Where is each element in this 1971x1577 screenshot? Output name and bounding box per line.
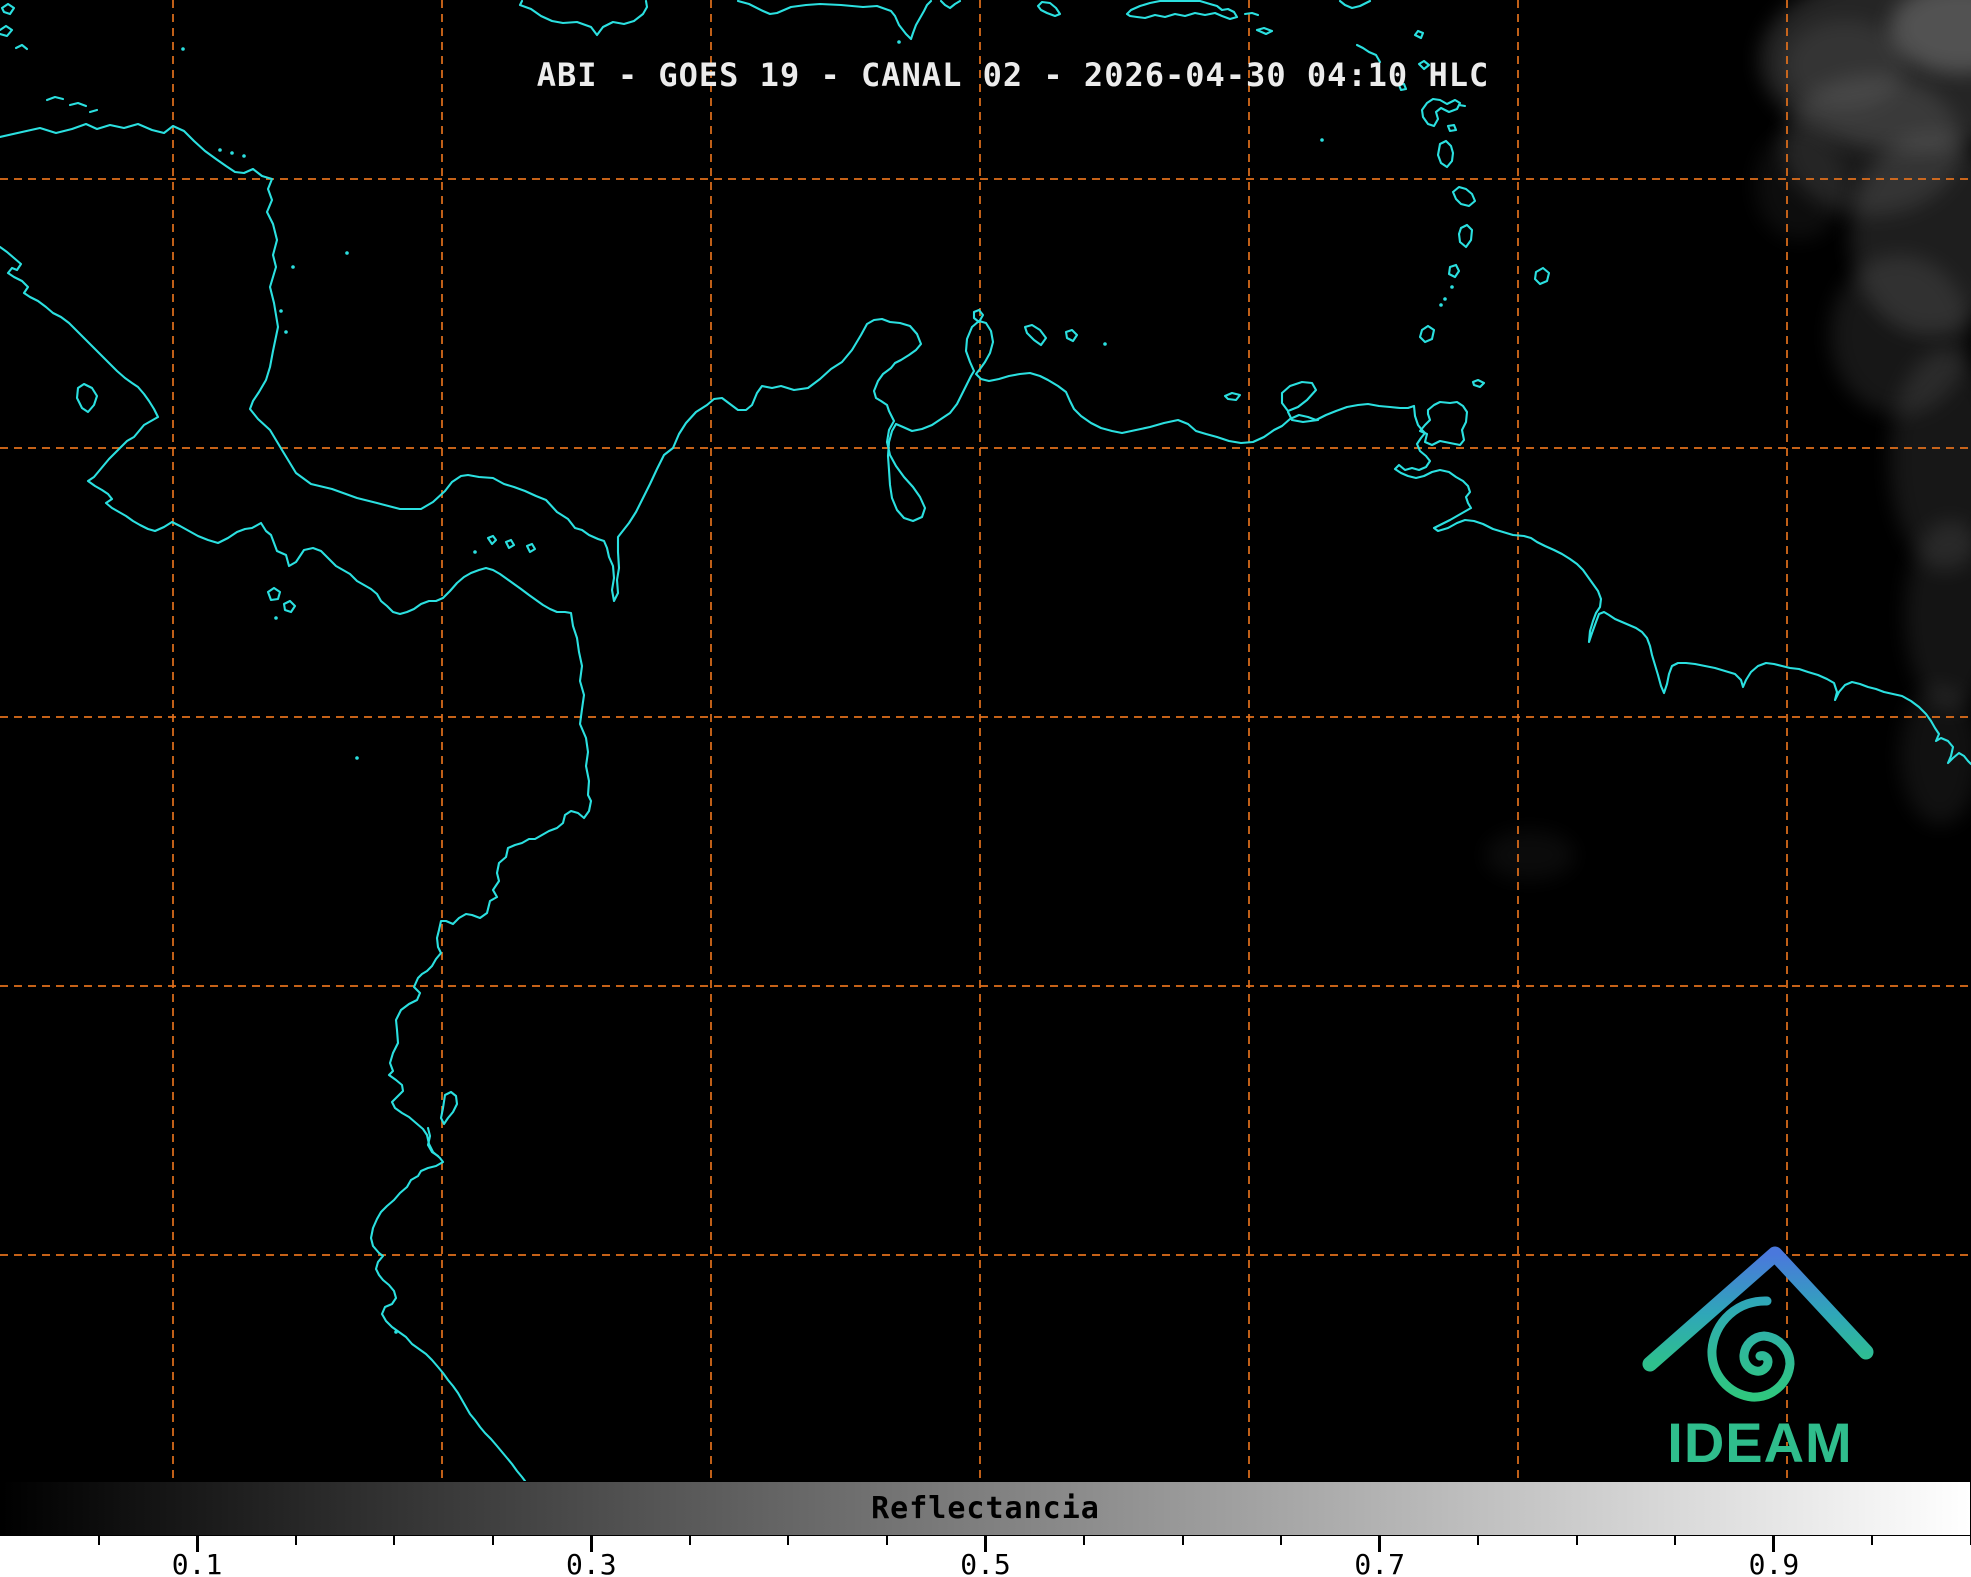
coastline-marie-galante	[1448, 125, 1456, 131]
coastline-lake-nicaragua	[77, 384, 97, 412]
colorbar-minor-tick	[1576, 1536, 1578, 1545]
colorbar-minor-tick	[295, 1536, 297, 1545]
coastline-coiba-2	[284, 601, 295, 612]
coastline-desirade	[1459, 105, 1465, 106]
coastline-bay-islands-2	[70, 103, 86, 106]
goes-satellite-viewer: ABI - GOES 19 - CANAL 02 - 2026-04-30 04…	[0, 0, 1971, 1577]
coastline-trinidad	[1420, 402, 1467, 445]
hurricane-spiral-icon	[1712, 1301, 1790, 1397]
colorbar-tick-label: 0.9	[1749, 1548, 1800, 1577]
coastline-la-tortuga	[1225, 393, 1240, 400]
coastline-pearl-islands-2	[506, 540, 514, 548]
coastline-pearl-islands-3	[527, 544, 535, 552]
colorbar-minor-tick	[1280, 1536, 1282, 1545]
mountain-icon	[1650, 1254, 1866, 1364]
coastline-hispaniola-east-tip	[941, 1, 960, 8]
coastline-guayaquil-island	[441, 1092, 457, 1124]
satellite-map: ABI - GOES 19 - CANAL 02 - 2026-04-30 04…	[0, 0, 1971, 1481]
coastline-pacific-mainland	[0, 247, 591, 1481]
coastline-hispaniola-south	[738, 1, 931, 39]
coastline-trinidad-ne-islet	[1473, 380, 1484, 387]
colorbar-gradient: Reflectancia	[0, 1481, 1971, 1536]
logo-text: IDEAM	[1667, 1411, 1852, 1474]
coastline-top-left-islet-3	[16, 45, 27, 49]
coastline-curacao	[1025, 325, 1046, 345]
coastline-st-lucia	[1459, 225, 1472, 247]
colorbar-tick-label: 0.1	[172, 1548, 223, 1577]
coastline-guayaquil-inner-bay	[428, 1128, 438, 1156]
coastline-grenada	[1420, 326, 1434, 342]
coastline-st-vincent	[1449, 265, 1459, 277]
coastline-barbuda	[1415, 31, 1423, 38]
coastline-top-left-islet-1	[2, 4, 14, 14]
ideam-logo: IDEAM	[1642, 1244, 1878, 1474]
coastline-mona-islet	[1038, 2, 1060, 16]
colorbar-minor-tick	[1182, 1536, 1184, 1545]
colorbar-minor-tick	[1674, 1536, 1676, 1545]
coastline-bay-islands-1	[47, 97, 63, 100]
coastline-margarita	[1282, 382, 1316, 411]
coastline-barbados	[1535, 268, 1549, 284]
colorbar-minor-tick	[393, 1536, 395, 1545]
coastline-coiba-1	[268, 588, 280, 600]
coastline-st-croix	[1257, 28, 1272, 34]
colorbar-minor-tick	[787, 1536, 789, 1545]
colorbar-tick-label: 0.5	[960, 1548, 1011, 1577]
coastline-dominica	[1438, 141, 1453, 167]
coastline-top-left-islet-2	[0, 26, 12, 36]
colorbar: Reflectancia 0.1 0.3 0.5 0.7 0.9	[0, 1481, 1971, 1577]
colorbar-minor-tick	[1083, 1536, 1085, 1545]
coastline-martinique	[1453, 187, 1475, 206]
coastline-virgin-islands	[1340, 1, 1370, 8]
coastline-vieques	[1245, 13, 1258, 15]
coastline-guadeloupe	[1422, 99, 1460, 126]
image-title: ABI - GOES 19 - CANAL 02 - 2026-04-30 04…	[537, 56, 1489, 94]
colorbar-tick-label: 0.7	[1354, 1548, 1405, 1577]
coastline-pearl-islands-1	[488, 536, 496, 544]
colorbar-minor-tick	[1477, 1536, 1479, 1545]
coastline-jamaica	[520, 1, 647, 35]
colorbar-minor-tick	[689, 1536, 691, 1545]
colorbar-axis: 0.1 0.3 0.5 0.7 0.9	[0, 1536, 1971, 1577]
colorbar-tick-label: 0.3	[566, 1548, 617, 1577]
cloud-layer	[1485, 0, 1971, 880]
coastline-caribbean-mainland	[0, 124, 1971, 764]
colorbar-minor-tick	[98, 1536, 100, 1545]
coastline-bay-islands-3	[90, 110, 97, 112]
coastline-puerto-rico	[1127, 1, 1237, 19]
colorbar-minor-tick	[1871, 1536, 1873, 1545]
colorbar-minor-tick	[492, 1536, 494, 1545]
coastline-bonaire	[1066, 330, 1077, 341]
colorbar-label: Reflectancia	[871, 1490, 1100, 1525]
colorbar-minor-tick	[886, 1536, 888, 1545]
